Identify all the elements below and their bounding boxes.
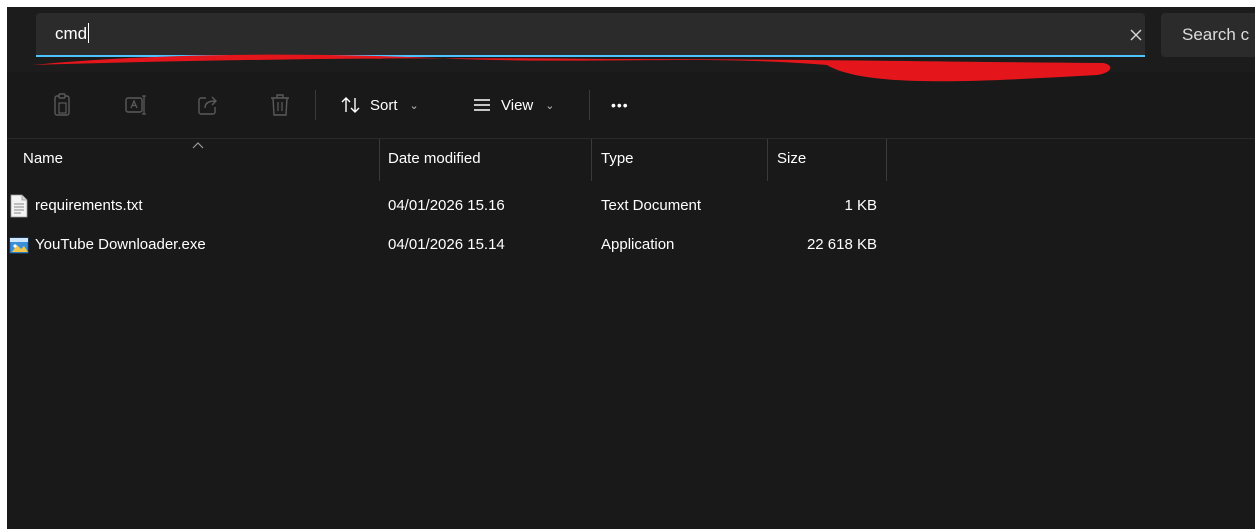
file-explorer-window: cmd Search c Sort ⌄ View ⌄ ••• Name Date… xyxy=(7,7,1255,529)
sort-icon xyxy=(341,97,360,113)
address-bar[interactable]: cmd xyxy=(36,13,1145,57)
paste-icon xyxy=(54,93,70,116)
more-options-button[interactable]: ••• xyxy=(611,91,629,119)
file-row[interactable]: requirements.txt 04/01/2026 15.16 Text D… xyxy=(7,188,1255,226)
sort-button[interactable]: Sort ⌄ xyxy=(340,91,419,119)
view-icon xyxy=(474,99,490,111)
share-icon xyxy=(198,96,217,115)
column-divider[interactable] xyxy=(379,139,380,181)
file-size: 22 618 KB xyxy=(806,236,877,253)
search-placeholder: Search c xyxy=(1182,25,1250,44)
file-name: YouTube Downloader.exe xyxy=(35,236,206,253)
paste-button[interactable] xyxy=(49,92,75,118)
column-divider[interactable] xyxy=(886,139,887,181)
address-toolbar: cmd Search c xyxy=(7,7,1255,72)
chevron-down-icon: ⌄ xyxy=(545,99,555,112)
file-date: 04/01/2026 15.16 xyxy=(388,197,505,214)
column-divider[interactable] xyxy=(591,139,592,181)
delete-button[interactable] xyxy=(267,92,293,118)
clear-address-button[interactable] xyxy=(1124,23,1148,47)
search-box[interactable]: Search c xyxy=(1161,13,1255,57)
sort-label: Sort xyxy=(370,96,398,114)
column-divider[interactable] xyxy=(767,139,768,181)
command-separator xyxy=(315,90,316,120)
column-header-type[interactable]: Type xyxy=(601,150,634,167)
command-bar: Sort ⌄ View ⌄ ••• xyxy=(7,72,1255,139)
text-caret xyxy=(88,23,90,43)
file-type: Application xyxy=(601,236,675,253)
view-label: View xyxy=(501,96,534,114)
file-type: Text Document xyxy=(601,197,702,214)
address-input[interactable]: cmd xyxy=(55,23,90,45)
share-button[interactable] xyxy=(195,92,221,118)
column-header-date-modified[interactable]: Date modified xyxy=(388,150,481,167)
file-name: requirements.txt xyxy=(35,197,143,214)
column-header-name[interactable]: Name xyxy=(23,150,63,167)
trash-icon xyxy=(271,94,289,116)
application-icon xyxy=(9,237,29,254)
view-button[interactable]: View ⌄ xyxy=(471,91,554,119)
chevron-down-icon: ⌄ xyxy=(409,99,419,112)
column-header-row: Name Date modified Type Size xyxy=(7,139,1255,181)
file-row[interactable]: YouTube Downloader.exe 04/01/2026 15.14 … xyxy=(7,227,1255,265)
more-icon: ••• xyxy=(611,97,629,113)
file-size: 1 KB xyxy=(844,197,877,214)
rename-button[interactable] xyxy=(123,92,149,118)
text-file-icon xyxy=(10,194,28,218)
file-date: 04/01/2026 15.14 xyxy=(388,236,505,253)
close-icon xyxy=(1130,29,1142,41)
rename-icon xyxy=(125,95,146,115)
command-separator xyxy=(589,90,590,120)
column-header-size[interactable]: Size xyxy=(777,150,806,167)
sort-ascending-icon xyxy=(192,142,204,149)
